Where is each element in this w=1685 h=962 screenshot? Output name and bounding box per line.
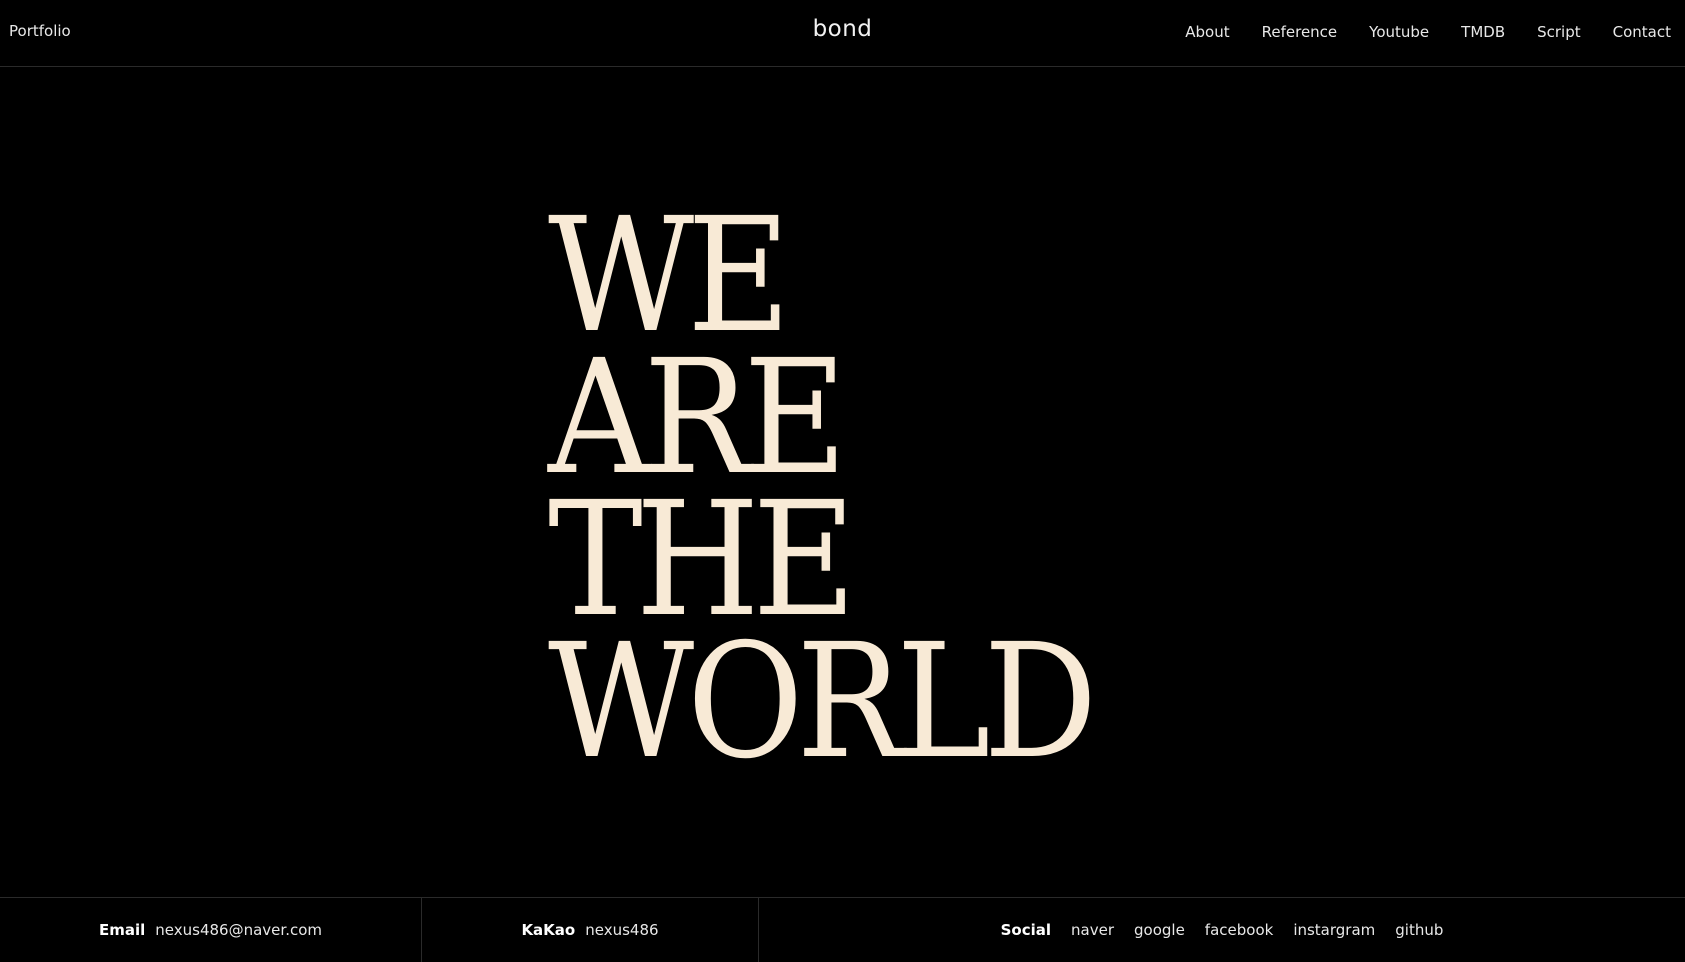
email-value[interactable]: nexus486@naver.com (155, 921, 322, 939)
social-link-github[interactable]: github (1395, 921, 1443, 939)
social-link-facebook[interactable]: facebook (1205, 921, 1274, 939)
portfolio-link[interactable]: Portfolio (9, 22, 71, 40)
site-footer: Email nexus486@naver.com KaKao nexus486 … (0, 897, 1685, 962)
social-link-naver[interactable]: naver (1071, 921, 1114, 939)
email-label: Email (99, 921, 146, 939)
hero-headline: WE ARE THE WORLD (548, 197, 1097, 794)
footer-social: Social naver google facebook instargram … (758, 898, 1685, 962)
nav-item-youtube[interactable]: Youtube (1369, 23, 1429, 41)
nav-item-contact[interactable]: Contact (1613, 23, 1671, 41)
site-header: Portfolio bond About Reference Youtube T… (0, 0, 1685, 67)
kakao-value[interactable]: nexus486 (585, 921, 658, 939)
nav-item-script[interactable]: Script (1537, 23, 1581, 41)
social-link-instagram[interactable]: instargram (1293, 921, 1375, 939)
social-links: naver google facebook instargram github (1071, 921, 1443, 939)
social-label: Social (1000, 921, 1052, 939)
site-logo[interactable]: bond (773, 16, 913, 42)
hero-line: WORLD (548, 610, 1097, 794)
kakao-label: KaKao (521, 921, 576, 939)
nav-item-reference[interactable]: Reference (1262, 23, 1338, 41)
nav-item-tmdb[interactable]: TMDB (1461, 23, 1505, 41)
footer-email: Email nexus486@naver.com (0, 898, 421, 962)
nav-item-about[interactable]: About (1185, 23, 1229, 41)
footer-kakao: KaKao nexus486 (421, 898, 758, 962)
social-link-google[interactable]: google (1134, 921, 1185, 939)
